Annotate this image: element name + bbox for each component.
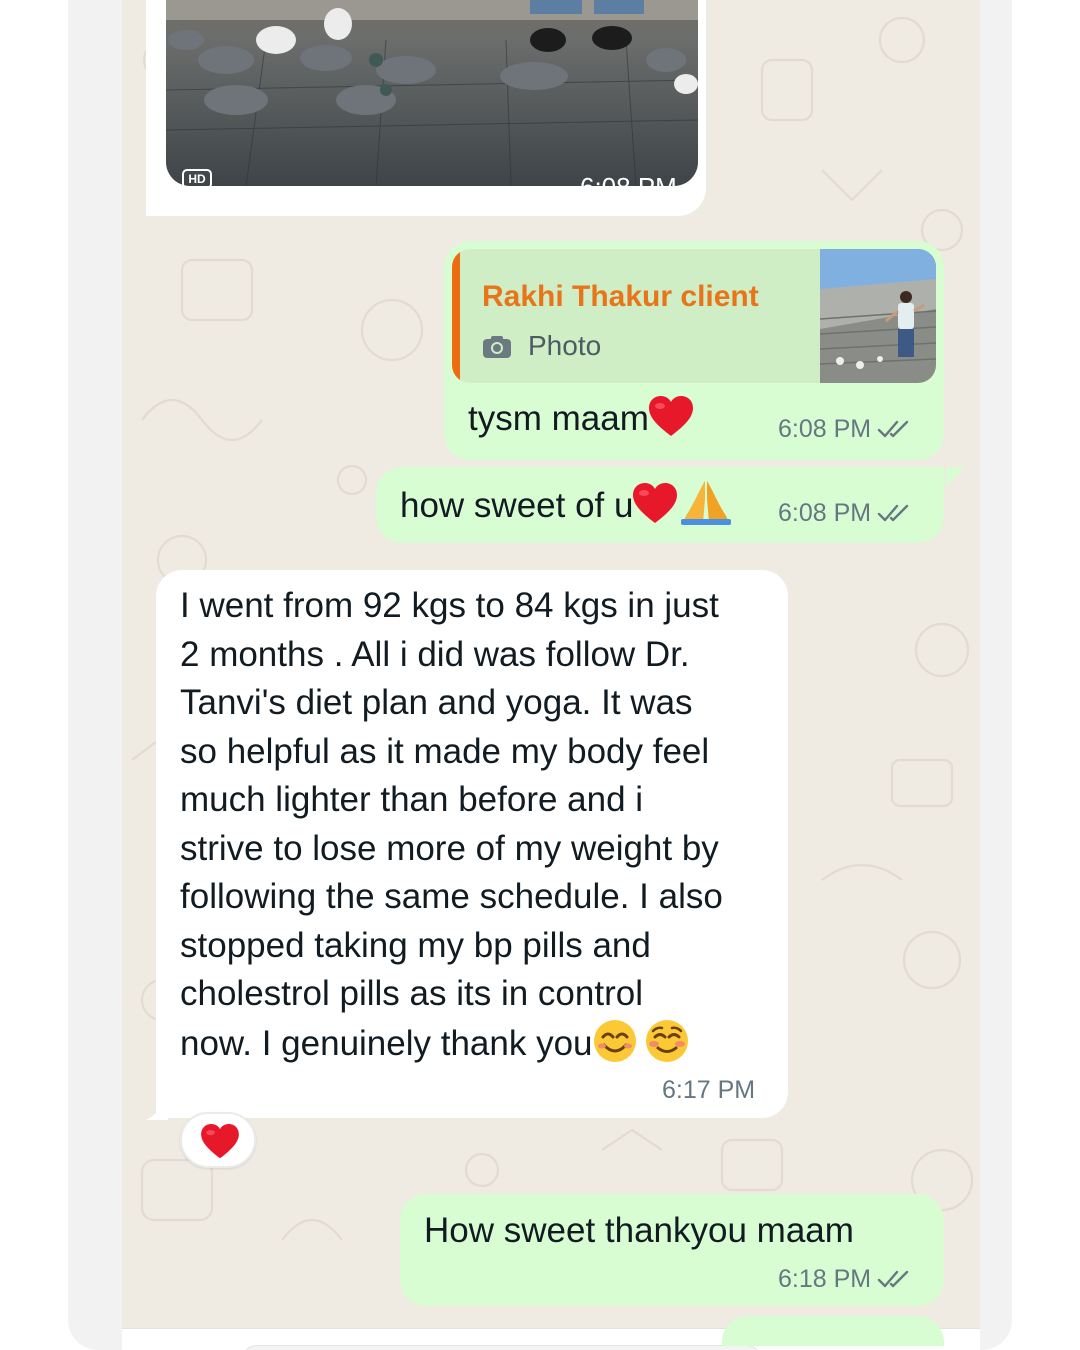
bubble-tail — [146, 198, 172, 216]
quote-accent-bar — [452, 249, 460, 383]
how-sweet-text-content: how sweet of u — [400, 486, 634, 525]
quoted-message-card[interactable]: Rakhi Thakur client Photo — [452, 249, 936, 383]
how-sweet-message-text: how sweet of u — [400, 479, 732, 530]
bubble-tail — [145, 1100, 169, 1120]
quoted-sender-name: Rakhi Thakur client — [482, 280, 759, 313]
how-sweet-time-text: 6:08 PM — [778, 499, 872, 527]
message-line: Tanvi's diet plan and yoga. It was — [180, 683, 693, 722]
reply-text-content: tysm maam — [468, 399, 649, 438]
message-line-last: now. I genuinely thank you — [180, 1019, 780, 1069]
how-sweet-timestamp: 6:08 PM — [778, 499, 911, 528]
read-double-tick-icon — [877, 1270, 909, 1288]
reply-timestamp: 6:08 PM — [778, 415, 911, 444]
message-line: now. I genuinely thank you — [180, 1023, 593, 1063]
message-line: following the same schedule. I also — [180, 877, 723, 916]
message-line: I went from 92 kgs to 84 kgs in just — [180, 586, 719, 625]
message-reaction[interactable] — [180, 1112, 256, 1168]
read-double-tick-icon — [877, 504, 909, 522]
message-line: much lighter than before and i — [180, 780, 644, 819]
red-heart-icon — [648, 396, 693, 436]
smiling-face-icon — [645, 1019, 688, 1062]
red-heart-icon — [633, 483, 678, 523]
outgoing-message-partial[interactable] — [722, 1316, 944, 1346]
message-line: so helpful as it made my body feel — [180, 731, 710, 771]
testimonial-timestamp: 6:17 PM — [662, 1076, 756, 1104]
message-line: cholestrol pills as its in control — [180, 974, 643, 1013]
photo-image[interactable] — [166, 0, 698, 186]
thankyou-message-text: How sweet thankyou maam — [424, 1211, 854, 1250]
message-timestamp: 6:08 PM — [580, 172, 677, 202]
pigeons-photo — [166, 0, 698, 186]
thankyou-time-text: 6:18 PM — [778, 1265, 872, 1293]
thankyou-timestamp: 6:18 PM — [778, 1265, 911, 1294]
message-line: stopped taking my bp pills and — [180, 925, 651, 965]
reply-message-text: tysm maam — [468, 395, 693, 443]
incoming-photo-message[interactable]: HD 6:08 PM — [146, 0, 706, 216]
folded-hands-icon — [681, 481, 732, 525]
red-heart-icon — [201, 1124, 239, 1159]
message-input-pill[interactable] — [242, 1345, 762, 1350]
message-line: strive to lose more of my weight by — [180, 828, 719, 868]
testimonial-message-text: I went from 92 kgs to 84 kgs in just 2 m… — [180, 582, 780, 1068]
quoted-message-type: Photo — [528, 330, 602, 361]
smiling-face-with-smiling-eyes-icon — [593, 1019, 636, 1062]
bubble-tail — [945, 467, 966, 487]
hd-badge: HD — [182, 169, 212, 189]
reply-time-text: 6:08 PM — [778, 415, 872, 443]
quoted-photo-thumbnail — [820, 249, 936, 383]
camera-icon — [483, 336, 511, 358]
message-line: 2 months . All i did was follow Dr. — [180, 634, 690, 674]
read-double-tick-icon — [877, 420, 909, 438]
